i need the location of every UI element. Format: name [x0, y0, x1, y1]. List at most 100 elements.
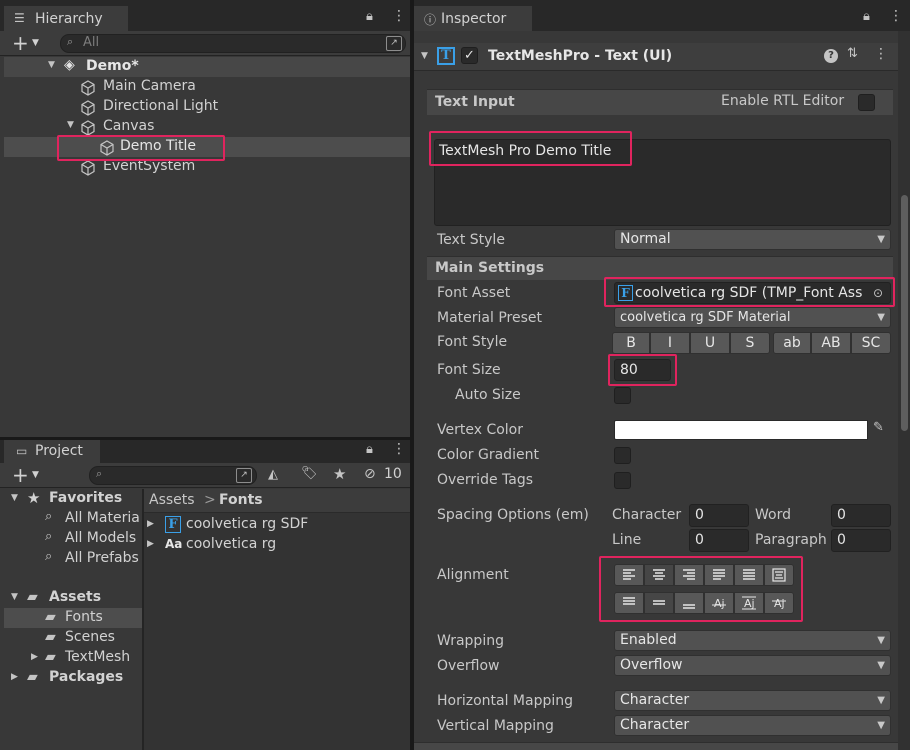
wrapping-dropdown[interactable]: Enabled ▼ [614, 630, 891, 651]
font-style-underline-button[interactable]: U [690, 332, 730, 354]
word-spacing-input[interactable]: 0 [831, 504, 891, 527]
horizontal-mapping-dropdown[interactable]: Character ▼ [614, 690, 891, 711]
hierarchy-item-demo-title[interactable]: Demo Title [4, 137, 410, 157]
font-style-uppercase-button[interactable]: AB [811, 332, 851, 354]
more-options-icon[interactable]: ⋮ [392, 441, 406, 457]
text-style-dropdown[interactable]: Normal ▼ [614, 229, 891, 250]
help-icon[interactable]: ? [824, 49, 838, 63]
hierarchy-tab[interactable]: ☰ Hierarchy [4, 6, 128, 31]
align-center-button[interactable] [644, 564, 674, 586]
lock-icon[interactable]: 🔒︎ [366, 9, 373, 24]
filter-by-type-icon[interactable]: ◭ [268, 467, 278, 482]
filter-by-label-icon[interactable]: 🏷︎ [301, 466, 318, 481]
file-item[interactable]: ▶ Aa coolvetica rg [144, 535, 410, 555]
project-search-input[interactable]: ⌕ ↗ [89, 466, 257, 485]
align-right-button[interactable] [674, 564, 704, 586]
eyedropper-icon[interactable]: ✎ [873, 420, 884, 435]
more-options-icon[interactable]: ⋮ [392, 8, 406, 24]
align-geometry-center-button[interactable] [764, 564, 794, 586]
align-middle-button[interactable] [644, 592, 674, 614]
packages-label[interactable]: Packages [49, 669, 123, 685]
scene-row[interactable]: ▼ ◈ Demo* [4, 57, 410, 77]
chevron-right-icon[interactable]: ▶ [31, 652, 38, 662]
assets-item[interactable]: TextMesh [65, 649, 130, 665]
add-icon[interactable]: + [12, 31, 29, 55]
hierarchy-item-eventsystem[interactable]: EventSystem [4, 157, 410, 177]
chevron-down-icon[interactable]: ▼ [11, 493, 18, 503]
chevron-down-icon[interactable]: ▼ [48, 60, 55, 70]
hierarchy-item-main-camera[interactable]: Main Camera [4, 77, 410, 97]
favorites-label[interactable]: Favorites [49, 490, 122, 506]
breadcrumb-current[interactable]: Fonts [219, 492, 263, 508]
color-gradient-checkbox[interactable] [614, 447, 631, 464]
font-size-input[interactable]: 80 [614, 359, 671, 381]
align-midline-button[interactable]: Aj [734, 592, 764, 614]
file-item[interactable]: ▶ F coolvetica rg SDF [144, 515, 410, 535]
hierarchy-item-canvas[interactable]: ▼ Canvas [4, 117, 410, 137]
font-asset-field[interactable]: F coolvetica rg SDF (TMP_Font Ass ⊙ [614, 282, 891, 304]
favorite-star-icon[interactable]: ★ [333, 465, 346, 483]
add-icon[interactable]: + [12, 463, 29, 487]
hierarchy-item-directional-light[interactable]: Directional Light [4, 97, 410, 117]
enable-rtl-checkbox[interactable] [858, 94, 875, 111]
vertical-mapping-dropdown[interactable]: Character ▼ [614, 715, 891, 736]
font-style-italic-button[interactable]: I [650, 332, 690, 354]
inspector-tab[interactable]: ⓘ Inspector [414, 6, 532, 31]
assets-item[interactable]: Scenes [65, 629, 115, 645]
project-tab[interactable]: ▭ Project [4, 440, 100, 463]
chevron-down-icon[interactable]: ▼ [421, 51, 428, 61]
hierarchy-search-input[interactable]: ⌕ All ↗ [60, 34, 406, 53]
align-top-button[interactable] [614, 592, 644, 614]
chevron-down-icon[interactable]: ▼ [11, 592, 18, 602]
overflow-dropdown[interactable]: Overflow ▼ [614, 655, 891, 676]
chevron-down-icon[interactable]: ▼ [32, 38, 39, 48]
chevron-right-icon[interactable]: ▶ [147, 539, 154, 549]
inspector-panel: ⓘ Inspector 🔒︎ ⋮ ▼ T ✓ TextMeshPro - Tex… [414, 0, 910, 750]
chevron-down-icon[interactable]: ▼ [32, 470, 39, 480]
search-mode-icon[interactable]: ↗ [236, 468, 252, 483]
font-style-lowercase-button[interactable]: ab [773, 332, 811, 354]
text-input-area[interactable]: TextMesh Pro Demo Title [434, 139, 891, 226]
font-style-strikethrough-button[interactable]: S [730, 332, 770, 354]
align-bottom-button[interactable] [674, 592, 704, 614]
lock-icon[interactable]: 🔒︎ [863, 9, 870, 24]
override-tags-checkbox[interactable] [614, 472, 631, 489]
align-left-button[interactable] [614, 564, 644, 586]
object-picker-icon[interactable]: ⊙ [873, 283, 883, 303]
chevron-right-icon[interactable]: ▶ [11, 672, 18, 682]
assets-label[interactable]: Assets [49, 589, 101, 605]
component-header[interactable]: ▼ T ✓ TextMeshPro - Text (UI) ? ⇅ ⋮ [414, 43, 898, 71]
breadcrumb-root[interactable]: Assets [149, 492, 195, 508]
presets-icon[interactable]: ⇅ [847, 46, 858, 61]
chevron-right-icon[interactable]: ▶ [147, 519, 154, 529]
folder-icon: ▰ [45, 609, 56, 625]
inspector-scrollbar[interactable] [898, 31, 910, 750]
font-style-bold-button[interactable]: B [612, 332, 650, 354]
component-enabled-checkbox[interactable]: ✓ [461, 47, 478, 64]
chevron-down-icon[interactable]: ▼ [67, 120, 74, 130]
favorites-item[interactable]: All Models [65, 530, 136, 546]
auto-size-checkbox[interactable] [614, 387, 631, 404]
favorites-item[interactable]: All Materia [65, 510, 140, 526]
material-preset-dropdown[interactable]: coolvetica rg SDF Material ▼ [614, 307, 891, 328]
align-justified-button[interactable] [704, 564, 734, 586]
font-style-smallcaps-button[interactable]: SC [851, 332, 891, 354]
scrollbar-thumb[interactable] [901, 195, 908, 431]
horizontal-mapping-label: Horizontal Mapping [437, 693, 574, 709]
line-spacing-input[interactable]: 0 [689, 529, 749, 552]
paragraph-spacing-input[interactable]: 0 [831, 529, 891, 552]
hierarchy-tab-label: Hierarchy [35, 11, 103, 27]
character-spacing-input[interactable]: 0 [689, 504, 749, 527]
favorites-item[interactable]: All Prefabs [65, 550, 139, 566]
component-menu-icon[interactable]: ⋮ [874, 46, 888, 62]
font-asset-value: coolvetica rg SDF (TMP_Font Ass [635, 285, 863, 301]
assets-item[interactable]: Fonts [65, 609, 103, 625]
align-flush-button[interactable] [734, 564, 764, 586]
vertex-color-swatch[interactable] [614, 420, 868, 440]
more-options-icon[interactable]: ⋮ [889, 8, 903, 24]
search-mode-icon[interactable]: ↗ [386, 36, 402, 51]
hidden-packages-icon[interactable]: ⊘ [364, 466, 376, 482]
align-baseline-button[interactable]: Aj [704, 592, 734, 614]
align-capline-button[interactable]: Aj [764, 592, 794, 614]
lock-icon[interactable]: 🔒︎ [366, 442, 373, 457]
